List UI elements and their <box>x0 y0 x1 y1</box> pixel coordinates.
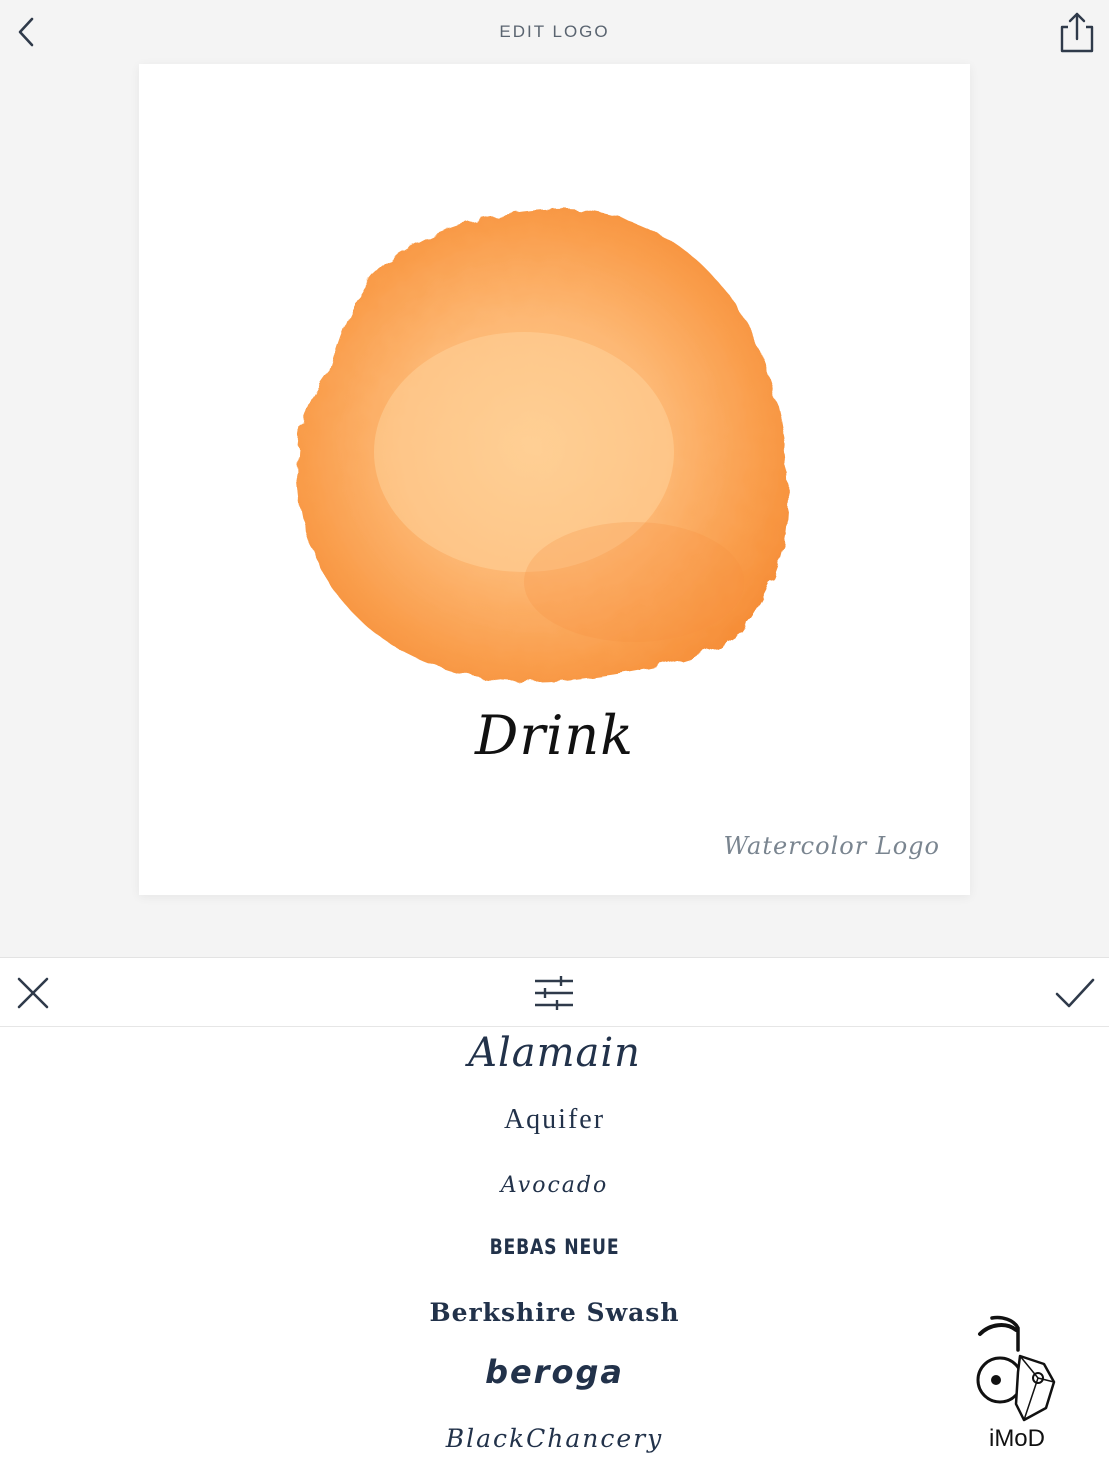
font-option-beroga[interactable]: beroga <box>0 1353 1109 1391</box>
font-list[interactable]: Alamain Aquifer Avocado BEBAS NEUE Berks… <box>0 1028 1109 1479</box>
imod-brand-text: iMoD <box>989 1425 1045 1452</box>
top-nav-bar: EDIT LOGO <box>0 0 1109 64</box>
font-option-blackchancery[interactable]: BlackChancery <box>0 1424 1109 1453</box>
share-icon <box>1060 12 1094 53</box>
checkmark-icon <box>1055 978 1095 1008</box>
logo-canvas[interactable]: Drink Watercolor Logo <box>139 64 970 895</box>
close-button[interactable] <box>12 972 54 1014</box>
font-option-alamain[interactable]: Alamain <box>0 1030 1109 1076</box>
logo-text[interactable]: Drink <box>139 704 970 767</box>
page-title: EDIT LOGO <box>499 22 610 41</box>
adjust-button[interactable] <box>530 971 578 1015</box>
sheet-toolbar <box>0 958 1109 1027</box>
share-button[interactable] <box>1055 8 1099 56</box>
font-option-berkshire-swash[interactable]: Berkshire Swash <box>0 1298 1109 1327</box>
font-option-bebas-neue[interactable]: BEBAS NEUE <box>100 1235 1009 1259</box>
font-picker-sheet: Alamain Aquifer Avocado BEBAS NEUE Berks… <box>0 957 1109 1479</box>
imod-watermark-logo: iMoD <box>976 1315 1056 1452</box>
font-option-avocado[interactable]: Avocado <box>0 1173 1109 1198</box>
font-option-aquifer[interactable]: Aquifer <box>0 1104 1109 1136</box>
close-icon <box>17 977 49 1009</box>
confirm-button[interactable] <box>1051 972 1099 1014</box>
edit-logo-screen: EDIT LOGO Drink Watercolor Logo Alamain … <box>0 0 1109 1479</box>
sliders-icon <box>535 976 573 1010</box>
watercolor-blob <box>297 209 789 682</box>
watermark-text: Watercolor Logo <box>723 832 940 860</box>
